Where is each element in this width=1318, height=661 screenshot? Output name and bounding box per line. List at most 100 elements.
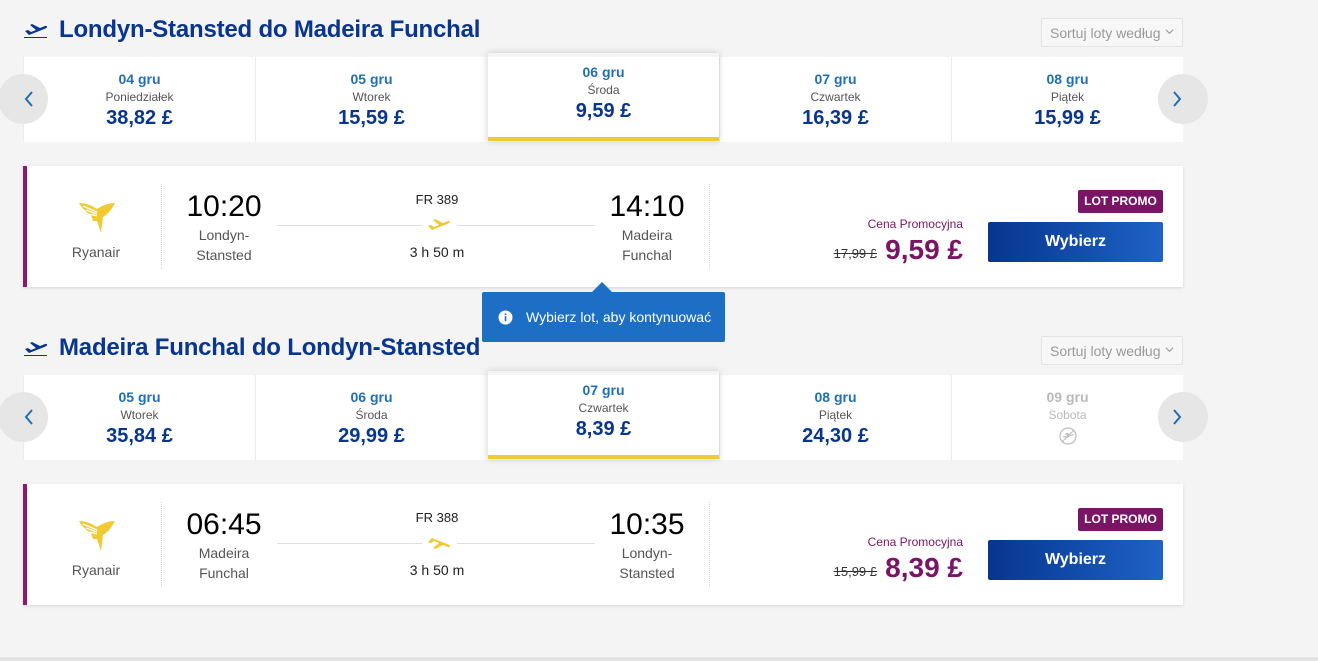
promo-price-label: Cena Promocyjna — [867, 535, 963, 549]
flight-number: FR 388 — [415, 510, 459, 525]
date-weekday: Piątek — [818, 408, 853, 422]
info-icon — [498, 310, 513, 325]
flight-card[interactable]: Ryanair 06:45 Madeira Funchal FR 388 3 h… — [23, 484, 1183, 605]
sort-label: Sortuj loty według — [1050, 25, 1161, 41]
chevron-down-icon — [1165, 347, 1174, 353]
date-weekday: Środa — [587, 83, 620, 97]
date-tab[interactable]: 06 gru Środa 29,99 £ — [255, 375, 487, 460]
departure-time: 10:20 — [186, 190, 262, 223]
tooltip-text: Wybierz lot, aby kontynuować — [526, 309, 712, 325]
date-weekday: Czwartek — [810, 90, 861, 104]
plane-icon — [428, 219, 450, 230]
date-weekday: Czwartek — [578, 401, 629, 415]
divider — [161, 502, 162, 587]
date-tab[interactable]: 05 gru Wtorek 15,59 £ — [255, 57, 487, 142]
date-day: 05 gru — [118, 389, 161, 405]
date-price: 9,59 £ — [575, 100, 632, 122]
date-price: 35,84 £ — [106, 425, 173, 447]
sort-dropdown[interactable]: Sortuj loty według — [1041, 336, 1183, 365]
airline-name: Ryanair — [71, 244, 121, 260]
date-price: 29,99 £ — [338, 425, 405, 447]
date-tab-selected[interactable]: 07 gru Czwartek 8,39 £ — [487, 371, 719, 459]
date-day: 07 gru — [582, 382, 625, 398]
date-tab[interactable]: 04 gru Poniedziałek 38,82 £ — [23, 57, 255, 142]
date-carousel: 05 gru Wtorek 35,84 £ 06 gru Środa 29,99… — [0, 371, 1208, 460]
date-day: 06 gru — [350, 389, 393, 405]
ryanair-logo-icon — [79, 203, 115, 233]
flight-price: 9,59 £ — [885, 234, 963, 265]
date-tab-unavailable: 09 gru Sobota — [951, 375, 1183, 460]
date-tab[interactable]: 07 gru Czwartek 16,39 £ — [719, 57, 951, 142]
date-day: 05 gru — [350, 71, 393, 87]
date-carousel: 04 gru Poniedziałek 38,82 £ 05 gru Wtore… — [0, 53, 1208, 142]
promo-badge: LOT PROMO — [1078, 190, 1163, 213]
flight-price: 8,39 £ — [885, 552, 963, 583]
date-day: 04 gru — [118, 71, 161, 87]
date-day: 07 gru — [814, 71, 857, 87]
prev-dates-button[interactable] — [0, 392, 48, 442]
prev-dates-button[interactable] — [0, 74, 48, 124]
date-day: 08 gru — [814, 389, 857, 405]
page-bottom-border — [0, 657, 1318, 661]
outbound-header: Londyn-Stansted do Madeira Funchal Sortu… — [23, 0, 1183, 56]
date-price: 24,30 £ — [802, 425, 869, 447]
date-tab[interactable]: 08 gru Piątek 15,99 £ — [951, 57, 1183, 142]
date-tab[interactable]: 05 gru Wtorek 35,84 £ — [23, 375, 255, 460]
departure-place: Londyn- Stansted — [196, 227, 252, 263]
departure-place: Madeira Funchal — [198, 545, 250, 581]
selected-indicator — [488, 455, 719, 459]
ryanair-logo-icon — [79, 521, 115, 551]
departure-time: 06:45 — [186, 508, 262, 541]
arrival-time: 10:35 — [609, 508, 685, 541]
select-flight-tooltip: Wybierz lot, aby kontynuować — [482, 282, 725, 342]
departure-plane-icon — [24, 24, 48, 38]
flight-duration: 3 h 50 m — [409, 244, 465, 260]
route-line — [457, 543, 595, 544]
arrival-time: 14:10 — [609, 190, 685, 223]
chevron-down-icon — [1165, 29, 1174, 35]
date-weekday: Środa — [355, 408, 388, 422]
inbound-title: Madeira Funchal do Londyn-Stansted — [59, 334, 481, 361]
outbound-title: Londyn-Stansted do Madeira Funchal — [59, 16, 481, 43]
date-price: 15,99 £ — [1034, 107, 1101, 129]
no-flights-icon — [1058, 427, 1077, 445]
promo-price-label: Cena Promocyjna — [867, 217, 963, 231]
sort-label: Sortuj loty według — [1050, 343, 1161, 359]
next-dates-button[interactable] — [1158, 74, 1208, 124]
date-weekday: Poniedziałek — [105, 90, 174, 104]
divider — [709, 502, 710, 587]
promo-badge: LOT PROMO — [1078, 508, 1163, 531]
chevron-left-icon — [24, 409, 33, 425]
chevron-left-icon — [24, 91, 33, 107]
chevron-right-icon — [1173, 409, 1182, 425]
divider — [161, 184, 162, 269]
flight-card[interactable]: Ryanair 10:20 Londyn- Stansted FR 389 3 … — [23, 166, 1183, 287]
arrival-place: Madeira Funchal — [621, 227, 673, 263]
route-line — [277, 225, 422, 226]
sort-dropdown[interactable]: Sortuj loty według — [1041, 18, 1183, 47]
date-day: 06 gru — [582, 64, 625, 80]
flight-duration: 3 h 50 m — [409, 562, 465, 578]
divider — [709, 184, 710, 269]
date-price: 15,59 £ — [338, 107, 405, 129]
date-day: 09 gru — [1046, 389, 1089, 405]
flight-number: FR 389 — [415, 192, 459, 207]
select-flight-button[interactable]: Wybierz — [988, 222, 1163, 262]
select-flight-button[interactable]: Wybierz — [988, 540, 1163, 580]
date-weekday: Wtorek — [120, 408, 159, 422]
date-weekday: Sobota — [1048, 408, 1087, 422]
date-tab-selected[interactable]: 06 gru Środa 9,59 £ — [487, 53, 719, 141]
departure-plane-icon — [24, 342, 48, 356]
date-weekday: Wtorek — [352, 90, 391, 104]
route-line — [457, 225, 595, 226]
date-tab[interactable]: 08 gru Piątek 24,30 £ — [719, 375, 951, 460]
date-weekday: Piątek — [1050, 90, 1085, 104]
arrival-place: Londyn- Stansted — [619, 545, 675, 581]
chevron-right-icon — [1173, 91, 1182, 107]
date-day: 08 gru — [1046, 71, 1089, 87]
next-dates-button[interactable] — [1158, 392, 1208, 442]
route-line — [277, 543, 422, 544]
airline-name: Ryanair — [71, 562, 121, 578]
date-price: 8,39 £ — [575, 418, 632, 440]
selected-indicator — [488, 137, 719, 141]
